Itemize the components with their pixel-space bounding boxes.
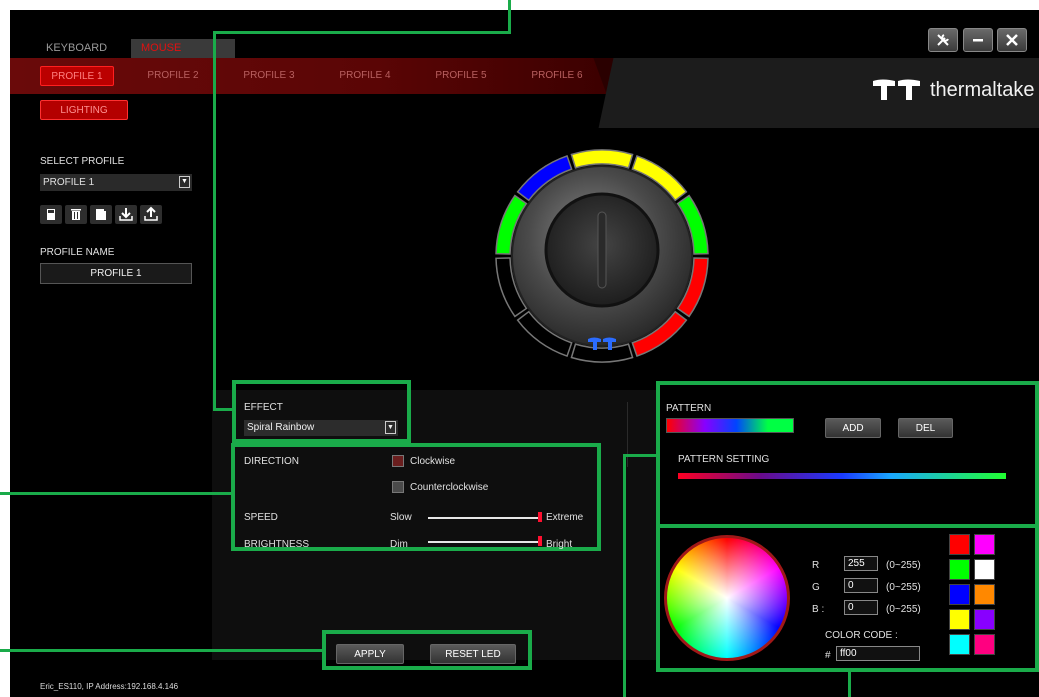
color-code-input[interactable]: ff00 <box>836 646 920 661</box>
color-swatch[interactable] <box>949 584 970 605</box>
callout-line <box>623 454 626 697</box>
brand-logo: thermaltake <box>872 78 1035 102</box>
tab-profile-5[interactable]: PROFILE 5 <box>424 66 498 86</box>
settings-button[interactable] <box>928 28 958 52</box>
close-button[interactable] <box>997 28 1027 52</box>
hash-label: # <box>825 650 831 661</box>
profile-select[interactable]: PROFILE 1 ▼ <box>40 174 192 191</box>
tab-profile-1[interactable]: PROFILE 1 <box>40 66 114 86</box>
lighting-button[interactable]: LIGHTING <box>40 100 128 120</box>
add-pattern-button[interactable]: ADD <box>825 418 881 438</box>
select-profile-label: SELECT PROFILE <box>40 156 125 167</box>
color-swatch[interactable] <box>974 534 995 555</box>
b-range: (0~255) <box>886 604 921 615</box>
b-input[interactable]: 0 <box>844 600 878 615</box>
close-icon <box>1006 34 1018 46</box>
clockwise-checkbox[interactable] <box>392 455 404 467</box>
color-code-label: COLOR CODE : <box>825 630 898 641</box>
upload-icon <box>144 206 158 221</box>
color-swatch[interactable] <box>949 534 970 555</box>
tab-profile-6[interactable]: PROFILE 6 <box>520 66 594 86</box>
g-input[interactable]: 0 <box>844 578 878 593</box>
color-swatch[interactable] <box>974 634 995 655</box>
effect-select[interactable]: Spiral Rainbow ▼ <box>244 420 398 436</box>
color-swatch[interactable] <box>949 609 970 630</box>
callout-line <box>0 492 232 495</box>
direction-label: DIRECTION <box>244 456 299 467</box>
profile-select-value: PROFILE 1 <box>43 177 95 188</box>
tab-keyboard[interactable]: KEYBOARD <box>36 39 117 58</box>
callout-line <box>623 454 657 457</box>
color-swatch[interactable] <box>974 609 995 630</box>
callout-line <box>213 31 216 411</box>
trash-icon <box>71 209 81 220</box>
tools-icon <box>937 34 949 46</box>
pattern-setting-label: PATTERN SETTING <box>678 454 770 465</box>
speed-label: SPEED <box>244 512 278 523</box>
counterclockwise-label: Counterclockwise <box>410 482 489 493</box>
b-label: B : <box>812 604 825 615</box>
speed-slider-handle[interactable] <box>538 512 542 522</box>
export-profile-button[interactable] <box>140 205 162 224</box>
download-icon <box>119 208 133 221</box>
tab-mouse-bungee[interactable]: MOUSE BUNGEE <box>131 39 235 73</box>
delete-pattern-button[interactable]: DEL <box>898 418 953 438</box>
minimize-button[interactable] <box>963 28 993 52</box>
profile-name-label: PROFILE NAME <box>40 247 115 258</box>
chevron-down-icon: ▼ <box>385 421 396 434</box>
delete-profile-button[interactable] <box>65 205 87 224</box>
copy-profile-button[interactable] <box>90 205 112 224</box>
color-wheel[interactable] <box>664 535 790 661</box>
cable-slot <box>597 211 607 289</box>
brightness-label: BRIGHTNESS <box>244 539 310 550</box>
color-swatch[interactable] <box>949 634 970 655</box>
profile-name-field[interactable]: PROFILE 1 <box>40 263 192 284</box>
copy-icon <box>96 209 106 220</box>
effect-select-value: Spiral Rainbow <box>247 422 315 433</box>
divider <box>627 402 628 467</box>
app-window: KEYBOARD MOUSE BUNGEE PROFILE 1 PROFILE … <box>10 10 1039 697</box>
pattern-preview[interactable] <box>666 418 794 433</box>
callout-line <box>213 31 511 34</box>
effect-label: EFFECT <box>244 402 283 413</box>
import-profile-button[interactable] <box>115 205 137 224</box>
tab-profile-4[interactable]: PROFILE 4 <box>328 66 402 86</box>
speed-min-label: Slow <box>390 512 412 523</box>
brand-wordmark: thermaltake <box>930 78 1035 101</box>
clockwise-label: Clockwise <box>410 456 456 467</box>
thermaltake-logo-icon <box>873 79 920 100</box>
callout-line <box>848 672 851 697</box>
apply-button[interactable]: APPLY <box>336 644 404 664</box>
speed-slider[interactable] <box>428 517 540 519</box>
minimize-icon <box>973 39 983 42</box>
status-bar: Eric_ES110, IP Address:192.168.4.146 <box>40 682 179 691</box>
save-profile-button[interactable] <box>40 205 62 224</box>
callout-line <box>0 649 323 652</box>
mouse-bungee-device <box>495 149 709 363</box>
tab-profile-3[interactable]: PROFILE 3 <box>232 66 306 86</box>
pattern-setting-bar[interactable] <box>678 473 1006 479</box>
callout-line <box>508 0 511 33</box>
g-label: G <box>812 582 820 593</box>
r-input[interactable]: 255 <box>844 556 878 571</box>
r-label: R <box>812 560 820 571</box>
brightness-slider[interactable] <box>428 541 540 543</box>
callout-line <box>213 408 233 411</box>
pattern-label: PATTERN <box>666 403 712 414</box>
tab-profile-2[interactable]: PROFILE 2 <box>136 66 210 86</box>
reset-led-button[interactable]: RESET LED <box>430 644 516 664</box>
color-swatch[interactable] <box>974 559 995 580</box>
speed-max-label: Extreme <box>546 512 584 523</box>
r-range: (0~255) <box>886 560 921 571</box>
brightness-max-label: Bright <box>546 539 573 550</box>
brightness-min-label: Dim <box>390 539 408 550</box>
brightness-slider-handle[interactable] <box>538 536 542 546</box>
save-icon <box>47 209 55 220</box>
color-swatch[interactable] <box>974 584 995 605</box>
color-swatch[interactable] <box>949 559 970 580</box>
g-range: (0~255) <box>886 582 921 593</box>
counterclockwise-checkbox[interactable] <box>392 481 404 493</box>
chevron-down-icon: ▼ <box>179 176 190 188</box>
